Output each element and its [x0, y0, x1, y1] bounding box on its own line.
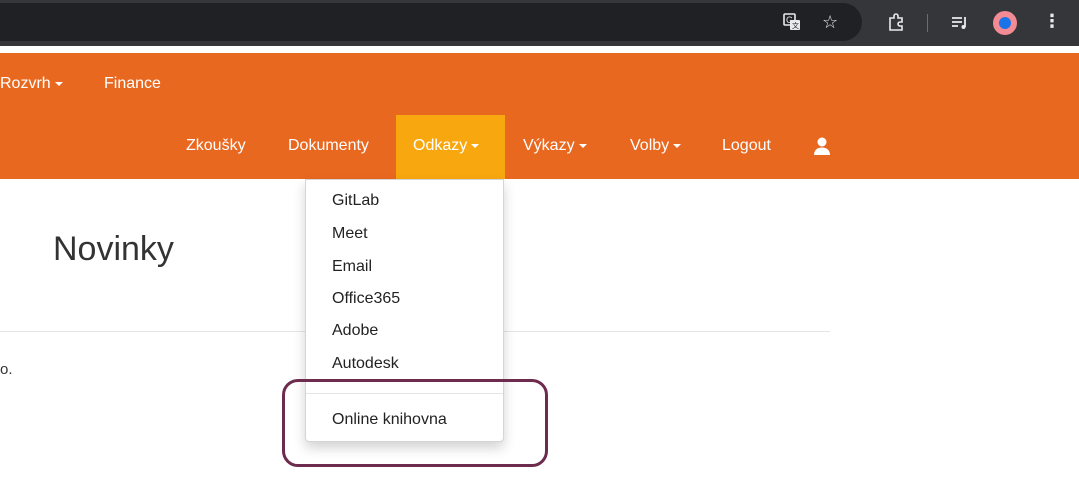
nav-item-logout[interactable]: Logout [722, 137, 771, 155]
nav-item-vykazy[interactable]: Výkazy [523, 137, 587, 155]
dropdown-item-gitlab[interactable]: GitLab [332, 192, 379, 210]
svg-text:文: 文 [792, 21, 799, 30]
nav-item-rozvrh[interactable]: Rozvrh [0, 75, 63, 93]
nav-item-label: Výkazy [523, 137, 575, 154]
dropdown-item-email[interactable]: Email [332, 258, 372, 276]
nav-item-odkazy[interactable]: Odkazy [413, 137, 480, 155]
nav-item-label: Rozvrh [0, 75, 51, 92]
dropdown-item-office365[interactable]: Office365 [332, 290, 400, 308]
caret-down-icon [471, 143, 480, 148]
nav-item-volby[interactable]: Volby [630, 137, 682, 155]
nav-item-zkousky[interactable]: Zkoušky [186, 137, 246, 155]
dropdown-item-adobe[interactable]: Adobe [332, 322, 378, 340]
nav-item-finance[interactable]: Finance [104, 75, 161, 93]
menu-dots-icon[interactable]: ⋮ [1043, 11, 1061, 31]
page-title: Novinky [53, 230, 174, 268]
annotation-highlight [282, 379, 548, 467]
user-icon[interactable] [812, 136, 832, 156]
dropdown-item-meet[interactable]: Meet [332, 225, 368, 243]
profile-avatar[interactable] [993, 11, 1017, 35]
address-bar[interactable] [0, 3, 862, 41]
nav-item-label: Volby [630, 137, 670, 154]
translate-icon[interactable]: G 文 [782, 12, 802, 32]
caret-down-icon [673, 143, 682, 148]
star-icon[interactable]: ☆ [822, 12, 838, 32]
browser-toolbar: G 文 ☆ ⋮ [0, 0, 1079, 46]
toolbar-separator [927, 14, 928, 32]
extensions-icon[interactable] [886, 12, 906, 32]
nav-item-label: Odkazy [413, 137, 468, 154]
dropdown-item-autodesk[interactable]: Autodesk [332, 355, 399, 373]
main-navbar: Rozvrh Finance Zkoušky Dokumenty Odkazy … [0, 53, 1079, 179]
nav-item-dokumenty[interactable]: Dokumenty [288, 137, 369, 155]
caret-down-icon [54, 81, 63, 86]
body-text: o. [0, 361, 13, 378]
caret-down-icon [578, 143, 587, 148]
reading-list-icon[interactable] [950, 13, 970, 33]
